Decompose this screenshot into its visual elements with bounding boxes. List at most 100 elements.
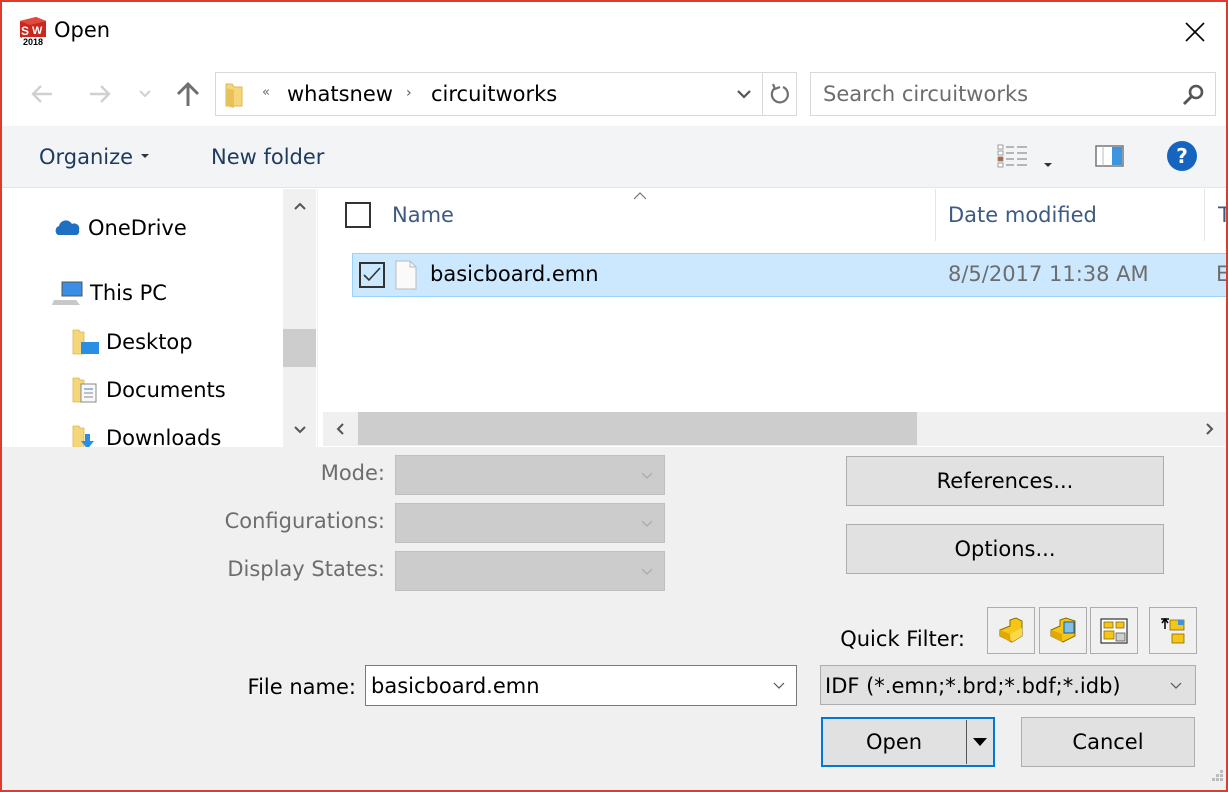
preview-pane-icon	[1095, 145, 1124, 167]
nav-item-label: Documents	[106, 378, 226, 402]
cancel-button[interactable]: Cancel	[1021, 717, 1195, 767]
top-level-assembly-icon	[1161, 617, 1185, 643]
file-name-dropdown-button[interactable]	[772, 676, 786, 695]
drawing-icon	[1100, 617, 1128, 644]
assembly-icon	[1050, 616, 1076, 643]
refresh-icon	[770, 83, 789, 104]
nav-item-label: OneDrive	[88, 216, 187, 240]
filter-assemblies-button[interactable]	[1039, 607, 1087, 654]
file-type-select[interactable]: IDF (*.emn;*.brd;*.bdf;*.idb)	[820, 665, 1196, 705]
filter-parts-button[interactable]	[987, 607, 1035, 654]
chevron-right-icon	[1206, 423, 1214, 435]
breadcrumb-circuitworks[interactable]: circuitworks	[431, 82, 557, 106]
desktop-folder-icon	[72, 328, 100, 356]
chevron-down-icon	[293, 426, 306, 434]
open-button[interactable]: Open	[823, 719, 965, 765]
file-list: Name Date modified T basicboard.emn 8/5/…	[322, 189, 1228, 415]
open-options-dropdown[interactable]	[967, 719, 993, 765]
scroll-up-button[interactable]	[283, 189, 316, 223]
navpane-vertical-scrollbar[interactable]	[283, 189, 316, 447]
change-view-button[interactable]	[997, 144, 1029, 174]
navigation-bar: « whatsnew › circuitworks	[2, 64, 1226, 126]
nav-item-onedrive[interactable]: OneDrive	[52, 216, 187, 240]
navigation-pane: OneDrive This PC Desktop Documents Downl…	[2, 189, 317, 451]
file-name-input[interactable]	[366, 666, 756, 705]
preview-pane-button[interactable]	[1095, 144, 1125, 172]
nav-item-documents[interactable]: Documents	[72, 376, 226, 404]
chevron-up-icon	[293, 202, 306, 210]
close-icon	[1185, 22, 1205, 42]
nav-item-this-pc[interactable]: This PC	[52, 280, 167, 306]
part-icon	[999, 616, 1023, 643]
arrow-right-icon	[90, 85, 111, 103]
row-checkbox[interactable]	[359, 262, 385, 288]
quick-filter-label: Quick Filter:	[840, 627, 965, 651]
overflow-chevron[interactable]: «	[262, 85, 270, 100]
view-options-dropdown[interactable]	[1044, 154, 1052, 173]
scroll-down-button[interactable]	[283, 413, 316, 447]
file-row[interactable]: basicboard.emn 8/5/2017 11:38 AM E	[352, 253, 1228, 297]
configurations-select	[395, 503, 665, 543]
references-button[interactable]: References...	[846, 456, 1164, 506]
organize-menu-button[interactable]: Organize	[39, 145, 150, 169]
caret-down-icon	[141, 154, 150, 158]
refresh-button[interactable]	[762, 73, 797, 115]
command-toolbar: Organize New folder ?	[2, 126, 1226, 188]
search-box[interactable]	[810, 72, 1216, 116]
details-view-icon	[997, 144, 1027, 168]
open-split-button[interactable]: Open	[821, 717, 995, 767]
svg-text:W: W	[32, 25, 43, 37]
close-button[interactable]	[1164, 2, 1226, 62]
column-divider[interactable]	[935, 189, 936, 241]
caret-down-icon	[1044, 162, 1052, 167]
arrow-left-icon	[31, 85, 52, 103]
documents-folder-icon	[72, 376, 100, 404]
nav-item-label: This PC	[90, 281, 167, 305]
filter-drawings-button[interactable]	[1090, 607, 1138, 654]
file-name-combobox[interactable]	[365, 665, 797, 706]
search-input[interactable]	[811, 73, 1171, 115]
search-icon[interactable]	[1181, 83, 1205, 111]
breadcrumb-separator[interactable]: ›	[406, 85, 412, 101]
help-button[interactable]: ?	[1166, 140, 1198, 176]
new-folder-button[interactable]: New folder	[211, 145, 324, 169]
checkmark-icon	[363, 267, 381, 282]
chevron-down-icon	[640, 562, 654, 581]
select-all-checkbox[interactable]	[345, 202, 371, 228]
recent-locations-button[interactable]	[131, 76, 159, 112]
resize-grip[interactable]	[1210, 767, 1224, 786]
column-header-type[interactable]: T	[1218, 189, 1226, 241]
filter-top-level-assemblies-button[interactable]	[1149, 607, 1197, 654]
forward-button[interactable]	[82, 76, 118, 112]
scroll-thumb[interactable]	[358, 412, 917, 445]
filelist-horizontal-scrollbar[interactable]	[323, 412, 1226, 446]
title-bar: S W 2018 Open	[2, 2, 1226, 64]
column-header-date-modified[interactable]: Date modified	[948, 189, 1097, 241]
svg-text:2018: 2018	[23, 37, 43, 47]
svg-text:S: S	[21, 24, 29, 38]
options-button[interactable]: Options...	[846, 524, 1164, 574]
file-name-label: File name:	[247, 675, 356, 699]
scroll-left-button[interactable]	[323, 412, 357, 446]
mode-label: Mode:	[320, 461, 385, 485]
sort-ascending-icon	[633, 189, 647, 204]
breadcrumb-whatsnew[interactable]: whatsnew	[287, 82, 393, 106]
scroll-thumb[interactable]	[283, 329, 316, 367]
column-header-name[interactable]: Name	[392, 189, 454, 241]
nav-item-label: Desktop	[106, 330, 193, 354]
scroll-right-button[interactable]	[1193, 412, 1226, 446]
column-divider[interactable]	[1204, 189, 1205, 241]
chevron-down-icon	[1169, 676, 1183, 695]
file-type-value: IDF (*.emn;*.brd;*.bdf;*.idb)	[825, 674, 1121, 698]
address-dropdown-button[interactable]	[728, 73, 760, 115]
resize-grip-icon	[1212, 770, 1223, 781]
file-date-modified: 8/5/2017 11:38 AM	[948, 262, 1149, 286]
file-type: E	[1216, 262, 1228, 286]
up-button[interactable]	[170, 76, 206, 112]
nav-item-desktop[interactable]: Desktop	[72, 328, 193, 356]
back-button[interactable]	[24, 76, 60, 112]
mode-select	[395, 455, 665, 495]
address-bar[interactable]: « whatsnew › circuitworks	[215, 72, 797, 116]
solidworks-2018-icon: S W 2018	[16, 15, 50, 47]
display-states-label: Display States:	[227, 557, 385, 581]
